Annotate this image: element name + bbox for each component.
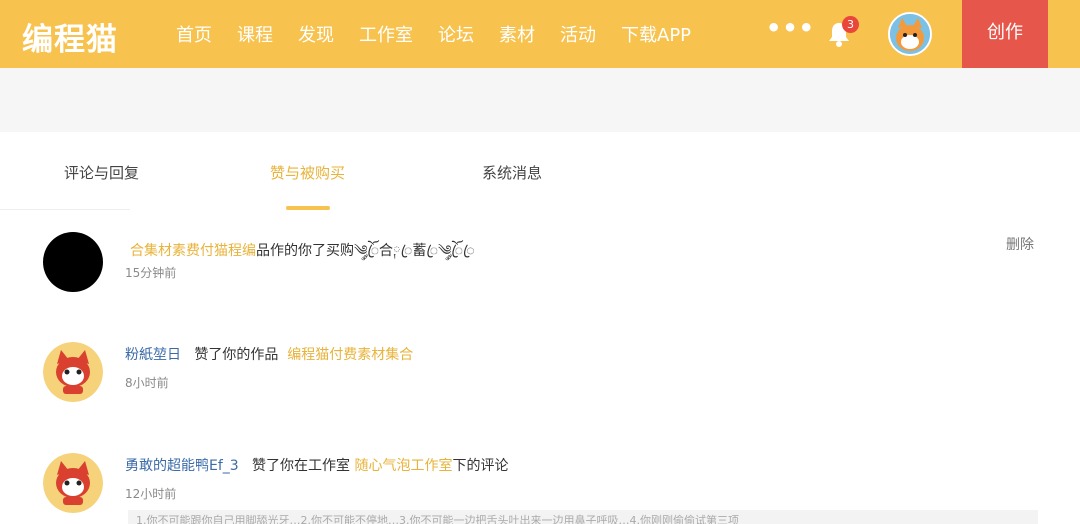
mascot-avatar-icon xyxy=(43,453,103,513)
tab-comments-replies[interactable]: 评论与回复 xyxy=(64,162,139,183)
comment-preview: 1.你不可能跟你自己用脚舔光牙…2.你不可能不停地…3.你不可能一边把舌头吐出来… xyxy=(128,510,1038,524)
username-link[interactable]: 勇敢的超能鸭Ef_3 xyxy=(125,458,239,474)
avatar[interactable] xyxy=(43,342,103,402)
timestamp: 8小时前 xyxy=(125,376,169,390)
nav-discover[interactable]: 发现 xyxy=(298,21,334,47)
timestamp: 15分钟前 xyxy=(125,266,177,280)
nav-forum[interactable]: 论坛 xyxy=(438,21,474,47)
tab-likes-purchases[interactable]: 赞与被购买 xyxy=(270,162,345,183)
message-tabs: 评论与回复 赞与被购买 系统消息 xyxy=(0,132,1080,210)
create-button[interactable]: 创作 xyxy=(962,0,1048,68)
user-avatar[interactable] xyxy=(888,12,932,56)
mascot-avatar-icon xyxy=(43,342,103,402)
header-spacer xyxy=(0,68,1080,132)
action-text: 赞了你在工作室 xyxy=(252,458,351,474)
avatar[interactable] xyxy=(43,232,103,292)
site-logo[interactable]: 编程猫 xyxy=(22,14,118,59)
message-text: 勇敢的超能鸭Ef_3 赞了你在工作室 随心气泡工作室下的评论 xyxy=(125,455,509,475)
delete-button[interactable]: 删除 xyxy=(1006,234,1034,254)
message-body: 品作的你了买购༄ོ༘ꦿ合༙ꦿ蓄ꦿ༄ོ༘ꦿꦿ xyxy=(256,243,475,259)
main-nav: 首页 课程 发现 工作室 论坛 素材 活动 下载APP xyxy=(176,21,716,47)
tab-system-messages[interactable]: 系统消息 xyxy=(482,162,542,183)
timestamp: 12小时前 xyxy=(125,487,177,501)
nav-download-app[interactable]: 下载APP xyxy=(621,21,691,47)
nav-studio[interactable]: 工作室 xyxy=(359,21,413,47)
username-link[interactable]: 粉紙堃日 xyxy=(125,347,181,363)
cat-avatar-icon xyxy=(890,14,930,54)
work-link[interactable]: 编程猫付费素材集合 xyxy=(287,347,413,363)
nav-materials[interactable]: 素材 xyxy=(499,21,535,47)
avatar[interactable] xyxy=(43,453,103,513)
message-text: 合集材素费付猫程编品作的你了买购༄ོ༘ꦿ合༙ꦿ蓄ꦿ༄ོ༘ꦿꦿ xyxy=(130,234,475,274)
nav-courses[interactable]: 课程 xyxy=(237,21,273,47)
nav-events[interactable]: 活动 xyxy=(560,21,596,47)
message-text: 粉紙堃日 赞了你的作品 编程猫付费素材集合 xyxy=(125,344,413,364)
nav-home[interactable]: 首页 xyxy=(176,21,212,47)
work-link[interactable]: 合集材素费付猫程编 xyxy=(130,243,256,259)
divider xyxy=(0,209,130,210)
studio-link[interactable]: 随心气泡工作室 xyxy=(355,458,453,474)
more-menu-icon[interactable]: ••• xyxy=(766,14,815,42)
active-tab-indicator xyxy=(286,206,330,210)
top-navigation-bar: 编程猫 首页 课程 发现 工作室 论坛 素材 活动 下载APP ••• 3 创作 xyxy=(0,0,1080,68)
action-suffix: 下的评论 xyxy=(452,458,509,474)
action-text: 赞了你的作品 xyxy=(194,347,279,363)
notification-badge: 3 xyxy=(842,16,859,33)
